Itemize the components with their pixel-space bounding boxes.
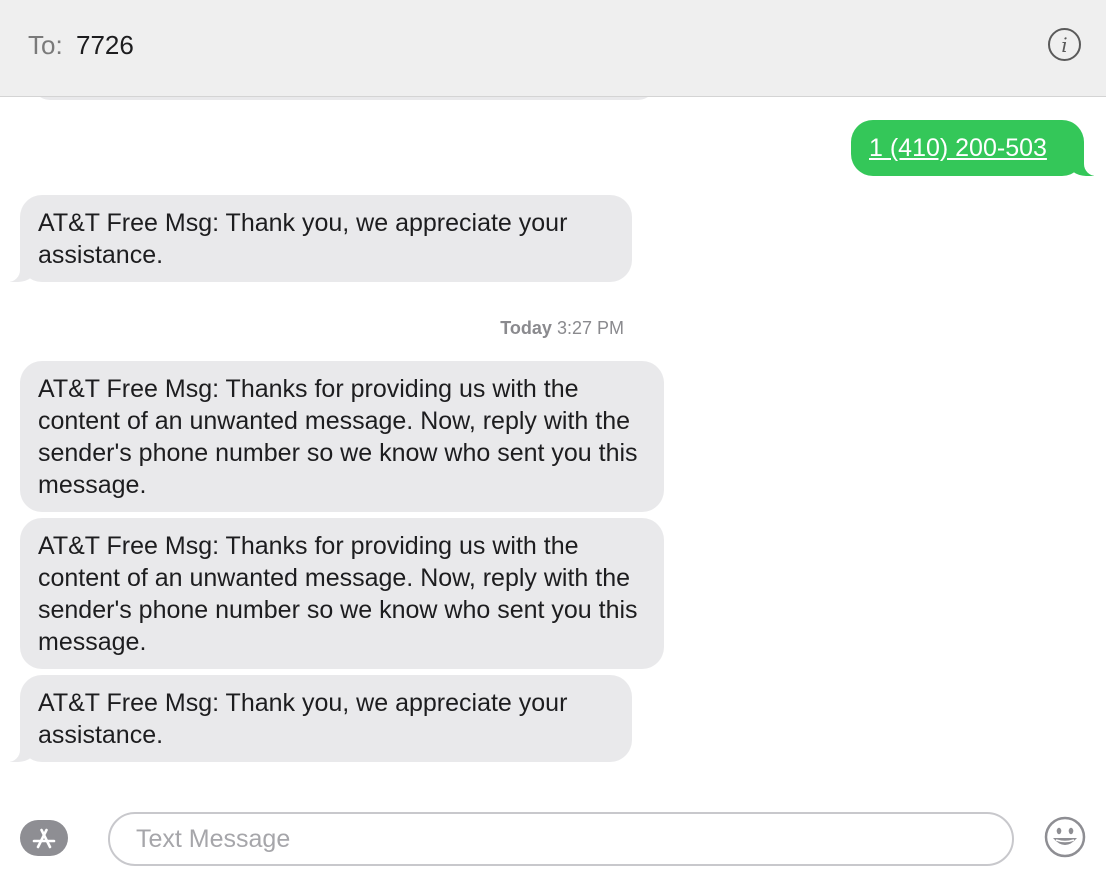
outgoing-message-bubble[interactable]: 1 (410) 200-503 <box>851 120 1096 176</box>
incoming-message-bubble[interactable]: AT&T Free Msg: Thank you, we appreciate … <box>8 195 632 282</box>
message-input[interactable] <box>108 812 1014 866</box>
app-store-icon <box>20 820 68 856</box>
incoming-message-bubble[interactable]: AT&T Free Msg: Thanks for providing us w… <box>20 518 664 669</box>
info-button[interactable]: i <box>1048 28 1081 61</box>
message-text: AT&T Free Msg: Thank you, we appreciate … <box>38 209 568 269</box>
recipient-field[interactable]: 7726 <box>76 30 134 61</box>
info-circle-icon: i <box>1061 32 1068 57</box>
conversation-header: To: 7726 i <box>0 0 1106 97</box>
to-label: To: <box>28 30 63 60</box>
timestamp-day: Today <box>500 318 552 338</box>
bubble-tail <box>8 258 36 282</box>
message-text: AT&T Free Msg: Thank you, we appreciate … <box>38 689 568 749</box>
incoming-message-bubble[interactable]: AT&T Free Msg: Thanks for providing us w… <box>20 361 664 512</box>
emoji-smile-icon <box>1044 816 1086 858</box>
phone-number-link[interactable]: 1 (410) 200-503 <box>869 134 1047 162</box>
emoji-button[interactable] <box>1044 816 1086 858</box>
incoming-message-bubble[interactable]: AT&T Free Msg: Thank you, we appreciate … <box>8 675 632 762</box>
timestamp-time: 3:27 PM <box>556 318 624 338</box>
message-timestamp: Today 3:27 PM <box>0 318 624 339</box>
bubble-tail <box>8 738 36 762</box>
apps-button[interactable] <box>20 818 74 858</box>
message-text: AT&T Free Msg: Thanks for providing us w… <box>38 532 638 656</box>
bubble-tail <box>1068 152 1096 176</box>
message-text: AT&T Free Msg: Thanks for providing us w… <box>38 375 638 499</box>
